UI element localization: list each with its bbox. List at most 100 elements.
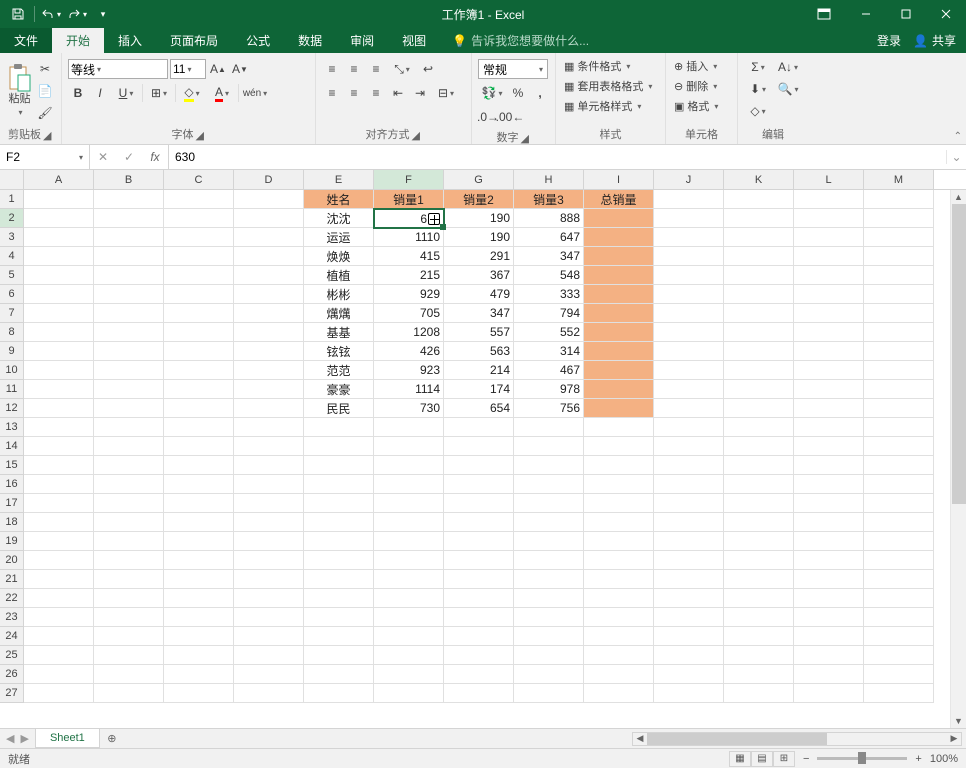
cell[interactable] — [724, 285, 794, 304]
cell[interactable]: 沈沈 — [304, 209, 374, 228]
cell[interactable]: 1114 — [374, 380, 444, 399]
cell[interactable] — [234, 456, 304, 475]
vertical-scrollbar[interactable]: ▲ ▼ — [950, 190, 966, 728]
column-header[interactable]: M — [864, 170, 934, 189]
cell[interactable] — [794, 456, 864, 475]
cell[interactable] — [234, 266, 304, 285]
cell[interactable] — [304, 570, 374, 589]
sheet-next-icon[interactable]: ▶ — [20, 732, 28, 745]
cell[interactable] — [164, 551, 234, 570]
zoom-out-icon[interactable]: − — [803, 753, 809, 765]
cell[interactable]: 6 — [374, 209, 444, 228]
insert-function-icon[interactable]: fx — [142, 145, 168, 169]
cell[interactable] — [24, 684, 94, 703]
cell[interactable]: 销量1 — [374, 190, 444, 209]
cell[interactable] — [654, 475, 724, 494]
cell[interactable] — [794, 323, 864, 342]
cell[interactable] — [724, 589, 794, 608]
cell[interactable] — [724, 437, 794, 456]
cell[interactable]: 彬彬 — [304, 285, 374, 304]
cell[interactable] — [444, 646, 514, 665]
cell[interactable] — [94, 361, 164, 380]
login-link[interactable]: 登录 — [877, 32, 901, 49]
tell-me[interactable]: 💡告诉我您想要做什么... — [440, 28, 589, 53]
cell[interactable] — [24, 551, 94, 570]
increase-indent-icon[interactable]: ⇥ — [410, 83, 430, 103]
cell[interactable] — [444, 684, 514, 703]
cell[interactable] — [24, 570, 94, 589]
align-bottom-icon[interactable]: ≡ — [366, 59, 386, 79]
column-header[interactable]: E — [304, 170, 374, 189]
align-left-icon[interactable]: ≡ — [322, 83, 342, 103]
cell[interactable] — [94, 456, 164, 475]
cell[interactable] — [514, 437, 584, 456]
format-painter-icon[interactable]: 🖌 — [35, 103, 55, 123]
row-header[interactable]: 23 — [0, 608, 24, 627]
cell[interactable]: 563 — [444, 342, 514, 361]
cell[interactable] — [654, 513, 724, 532]
cell[interactable] — [654, 399, 724, 418]
cell[interactable] — [794, 684, 864, 703]
cell[interactable] — [234, 342, 304, 361]
cell[interactable] — [584, 247, 654, 266]
cell[interactable] — [724, 247, 794, 266]
cell[interactable]: 291 — [444, 247, 514, 266]
cell[interactable] — [234, 608, 304, 627]
row-header[interactable]: 3 — [0, 228, 24, 247]
cell[interactable] — [514, 608, 584, 627]
cell[interactable] — [304, 437, 374, 456]
cell[interactable] — [444, 532, 514, 551]
cell[interactable] — [164, 608, 234, 627]
cell[interactable] — [304, 532, 374, 551]
cell[interactable]: 647 — [514, 228, 584, 247]
column-header[interactable]: B — [94, 170, 164, 189]
cell[interactable] — [584, 399, 654, 418]
column-header[interactable]: D — [234, 170, 304, 189]
cell[interactable] — [94, 589, 164, 608]
cell[interactable]: 347 — [444, 304, 514, 323]
cell[interactable] — [24, 437, 94, 456]
cell[interactable]: 654 — [444, 399, 514, 418]
column-header[interactable]: J — [654, 170, 724, 189]
wrap-text-icon[interactable]: ↩ — [418, 59, 438, 79]
cell[interactable] — [164, 323, 234, 342]
cell[interactable] — [864, 684, 934, 703]
cell[interactable] — [94, 380, 164, 399]
cell[interactable] — [864, 513, 934, 532]
cell[interactable] — [374, 418, 444, 437]
cell[interactable] — [794, 437, 864, 456]
cell[interactable] — [654, 304, 724, 323]
cell[interactable] — [164, 304, 234, 323]
cell[interactable] — [444, 475, 514, 494]
cell[interactable] — [654, 342, 724, 361]
row-header[interactable]: 25 — [0, 646, 24, 665]
cell[interactable] — [94, 646, 164, 665]
cell[interactable] — [864, 665, 934, 684]
align-launcher-icon[interactable]: ◢ — [412, 129, 422, 139]
column-header[interactable]: K — [724, 170, 794, 189]
cell[interactable] — [514, 494, 584, 513]
cell[interactable] — [374, 456, 444, 475]
cell[interactable] — [864, 247, 934, 266]
cell[interactable] — [794, 532, 864, 551]
vscroll-thumb[interactable] — [952, 204, 966, 504]
cell[interactable] — [94, 475, 164, 494]
cell[interactable] — [24, 247, 94, 266]
cell[interactable] — [724, 209, 794, 228]
cell[interactable] — [234, 228, 304, 247]
cell[interactable] — [654, 323, 724, 342]
cell[interactable] — [444, 551, 514, 570]
row-header[interactable]: 10 — [0, 361, 24, 380]
increase-font-icon[interactable]: A▲ — [208, 59, 228, 79]
row-header[interactable]: 21 — [0, 570, 24, 589]
cell[interactable] — [584, 304, 654, 323]
cell[interactable] — [864, 608, 934, 627]
cell[interactable] — [864, 589, 934, 608]
cell[interactable] — [24, 608, 94, 627]
font-size-combo[interactable]: 11▾ — [170, 59, 206, 79]
fill-color-icon[interactable]: ◇▾ — [178, 83, 206, 103]
cell[interactable] — [94, 684, 164, 703]
cell[interactable] — [514, 475, 584, 494]
cell[interactable] — [304, 513, 374, 532]
cell[interactable] — [794, 513, 864, 532]
